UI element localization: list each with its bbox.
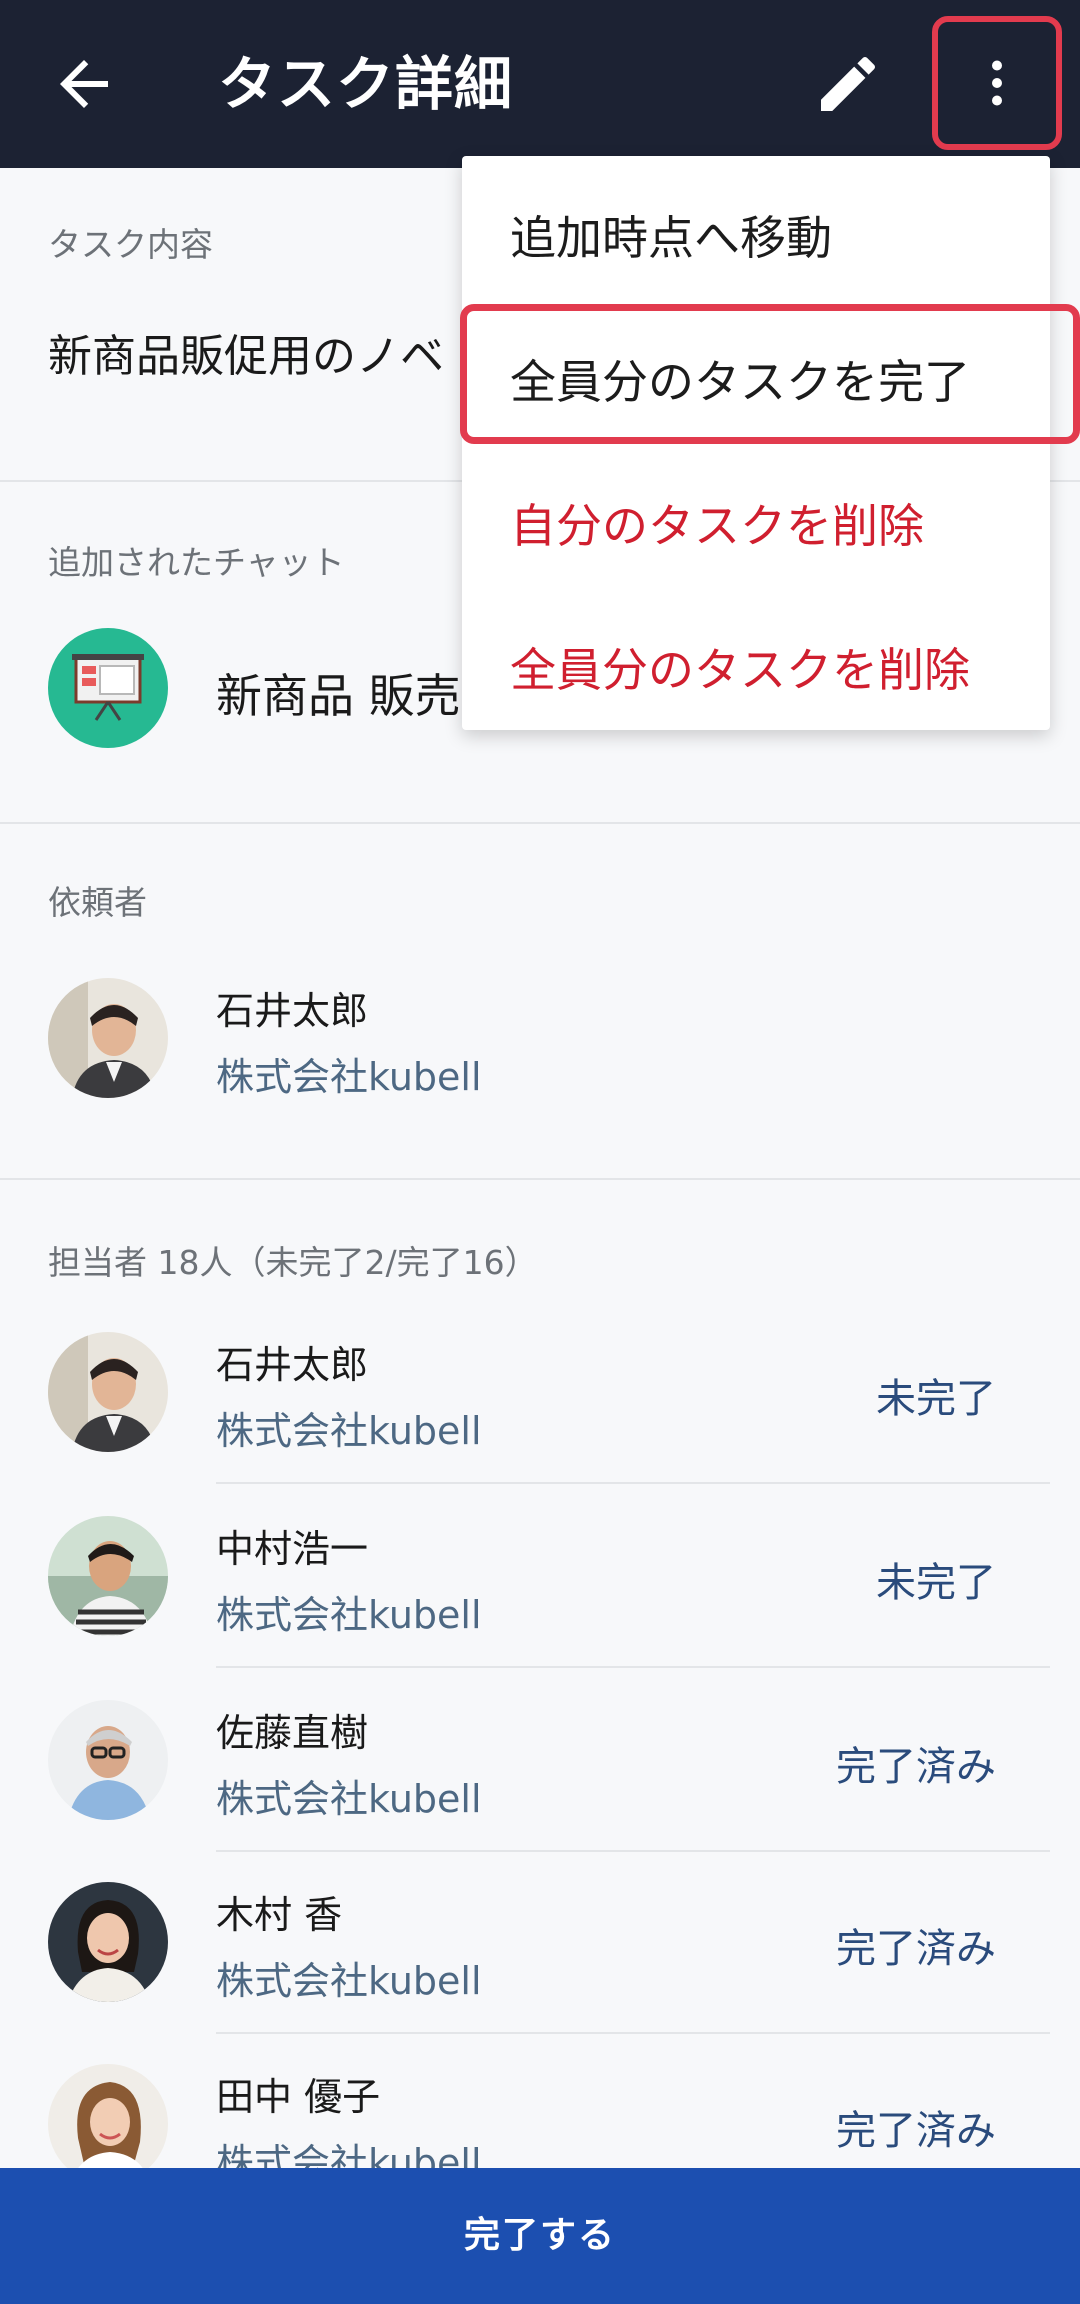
edit-button[interactable]	[812, 48, 884, 120]
divider	[0, 822, 1080, 824]
assignee-name: 中村浩一	[216, 1527, 369, 1571]
highlight-outline	[460, 304, 1080, 444]
assignee-status: 未完了	[876, 1376, 996, 1422]
task-content-label: タスク内容	[48, 225, 213, 264]
more-options-button[interactable]	[932, 16, 1062, 150]
requester-label: 依頼者	[48, 883, 147, 922]
assignee-company: 株式会社kubell	[216, 1959, 482, 2003]
chat-room-icon[interactable]	[48, 628, 168, 748]
assignee-name: 石井太郎	[216, 1343, 369, 1387]
divider	[0, 1178, 1080, 1180]
avatar[interactable]	[48, 1882, 168, 2002]
overflow-menu: 追加時点へ移動 全員分のタスクを完了 自分のタスクを削除 全員分のタスクを削除	[460, 156, 1080, 730]
assignee-status: 完了済み	[836, 2108, 996, 2154]
assignee-company: 株式会社kubell	[216, 1409, 482, 1453]
arrow-left-icon	[60, 60, 108, 108]
menu-item-delete-mine[interactable]: 自分のタスクを削除	[462, 454, 1050, 598]
avatar[interactable]	[48, 2064, 168, 2184]
row-divider	[216, 1850, 1050, 1852]
row-divider	[216, 1482, 1050, 1484]
more-vertical-icon	[992, 60, 1002, 106]
requester-name: 石井太郎	[216, 989, 369, 1033]
menu-item-jump-to-added[interactable]: 追加時点へ移動	[462, 166, 1050, 310]
app-bar: タスク詳細	[0, 0, 1080, 168]
assignee-company: 株式会社kubell	[216, 1593, 482, 1637]
task-content-text: 新商品販促用のノベ	[48, 331, 444, 382]
assignee-company: 株式会社kubell	[216, 1777, 482, 1821]
back-button[interactable]	[48, 48, 120, 120]
page-title: タスク詳細	[218, 50, 514, 118]
assignee-status: 完了済み	[836, 1926, 996, 1972]
pencil-icon	[821, 56, 876, 111]
assignee-name: 田中 優子	[216, 2075, 381, 2119]
menu-item-delete-all[interactable]: 全員分のタスクを削除	[462, 598, 1050, 742]
requester-company: 株式会社kubell	[216, 1055, 482, 1099]
assignee-name: 佐藤直樹	[216, 1711, 369, 1755]
row-divider	[216, 1666, 1050, 1668]
avatar[interactable]	[48, 978, 168, 1098]
row-divider	[216, 2032, 1050, 2034]
avatar[interactable]	[48, 1700, 168, 1820]
complete-button[interactable]: 完了する	[0, 2168, 1080, 2304]
assignees-label: 担当者 18人（未完了2/完了16）	[48, 1243, 538, 1282]
chat-room-name[interactable]: 新商品 販売	[216, 660, 461, 726]
assignee-name: 木村 香	[216, 1893, 343, 1937]
avatar[interactable]	[48, 1516, 168, 1636]
chat-label: 追加されたチャット	[48, 543, 345, 582]
avatar[interactable]	[48, 1332, 168, 1452]
assignee-status: 未完了	[876, 1560, 996, 1606]
assignee-status: 完了済み	[836, 1744, 996, 1790]
